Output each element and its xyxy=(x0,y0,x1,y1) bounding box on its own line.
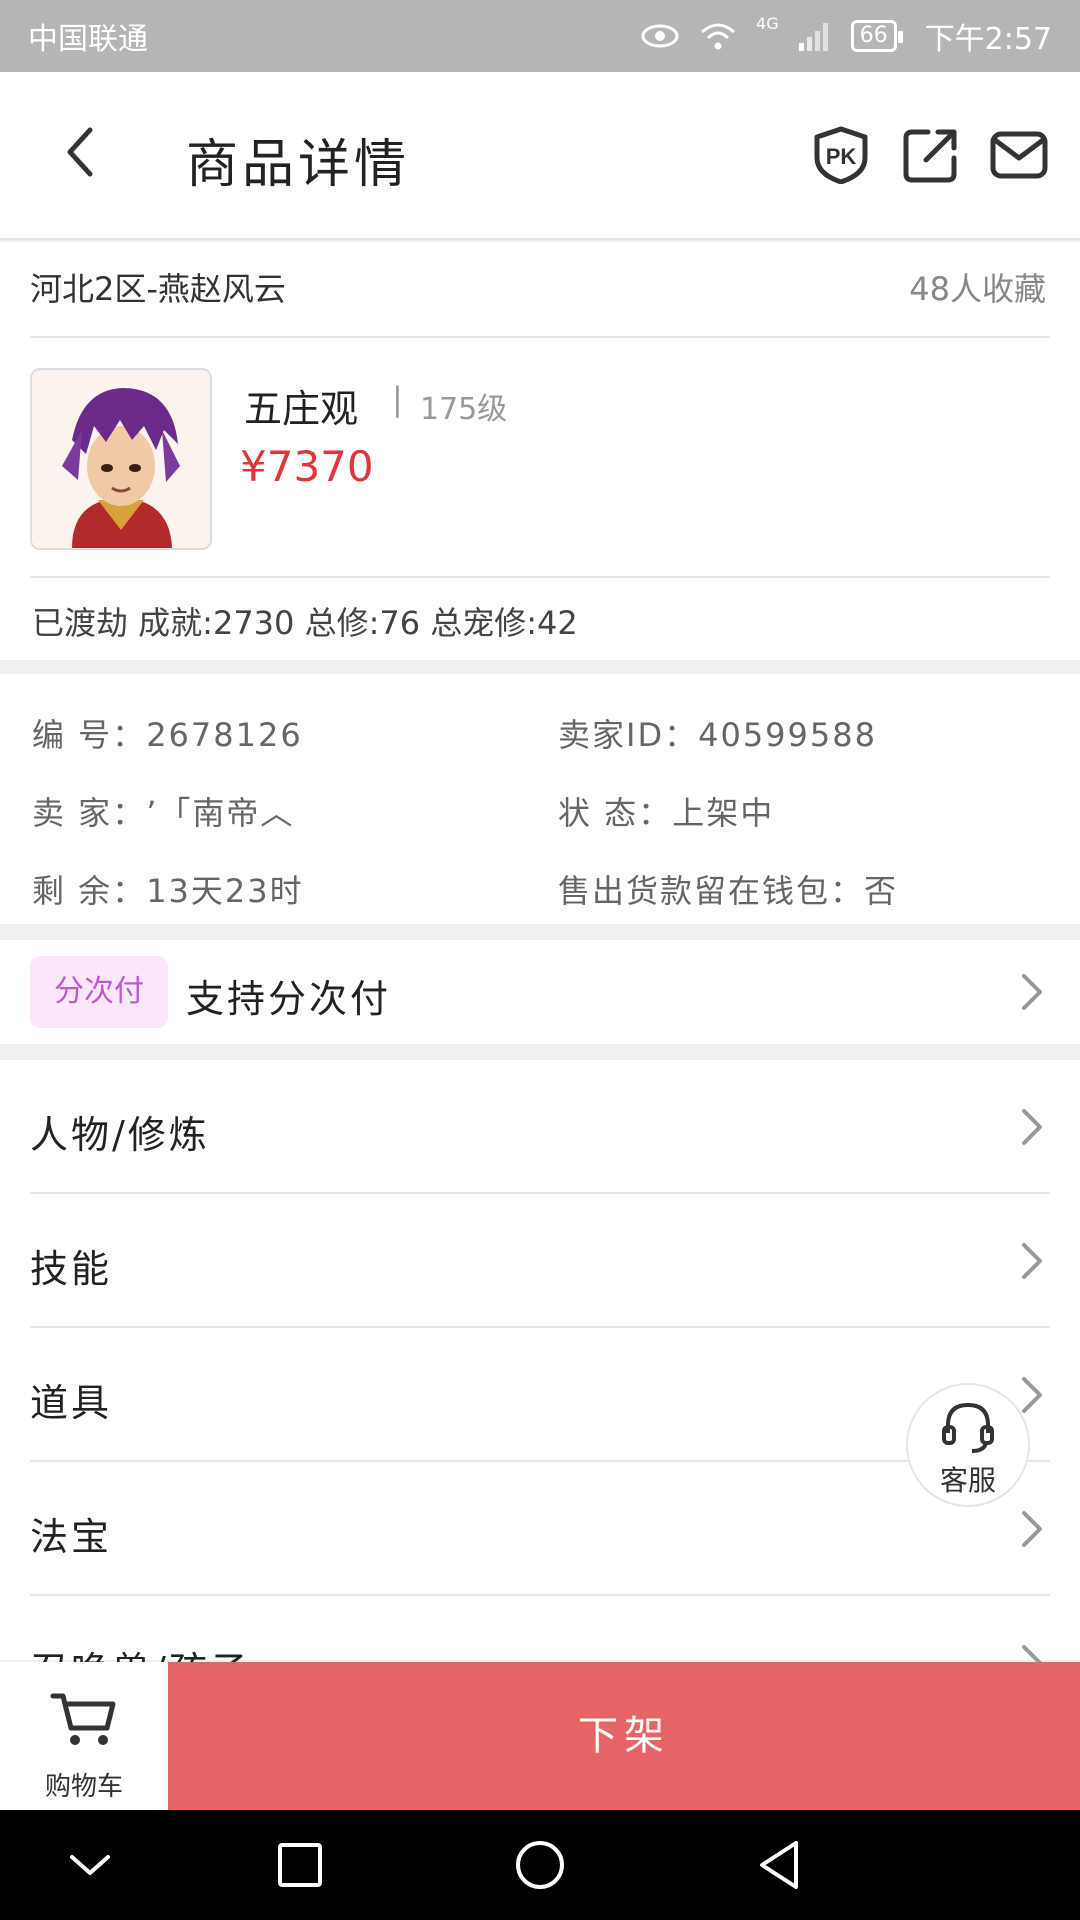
listing-id-value: 2678126 xyxy=(146,716,303,754)
battery-indicator: 66 xyxy=(850,20,903,52)
pk-compare-icon[interactable]: PK xyxy=(812,126,870,184)
divider xyxy=(30,576,1050,578)
seller-id-value: 40599588 xyxy=(698,716,877,754)
listing-id: 编 号：2678126 xyxy=(32,710,303,756)
share-icon[interactable] xyxy=(902,126,960,184)
achievement-summary: 已渡劫 成就:2730 总修:76 总宠修:42 xyxy=(32,604,578,642)
wallet-setting: 售出货款留在钱包：否 xyxy=(558,866,898,912)
delist-button[interactable]: 下架 xyxy=(168,1662,1080,1810)
recent-apps-icon[interactable] xyxy=(270,1835,330,1895)
wallet-label: 售出货款留在钱包： xyxy=(558,872,865,910)
chevron-right-icon xyxy=(1022,1511,1042,1547)
status-label: 状 态： xyxy=(558,794,673,832)
status-value: 上架中 xyxy=(672,794,775,832)
menu-item-character-cultivation[interactable]: 人物/修炼 xyxy=(0,1060,1080,1194)
seller: 卖 家：ʼ「南帝︿ xyxy=(32,788,294,834)
chevron-right-icon xyxy=(1022,974,1042,1010)
carrier-label: 中国联通 xyxy=(28,22,148,57)
chevron-right-icon xyxy=(1022,1109,1042,1145)
menu-item-label: 人物/修炼 xyxy=(30,1113,210,1157)
cart-label: 购物车 xyxy=(44,1772,123,1802)
character-portrait-image xyxy=(32,370,210,548)
seller-id: 卖家ID：40599588 xyxy=(558,710,877,756)
menu-item-skills[interactable]: 技能 xyxy=(0,1194,1080,1328)
seller-value: ʼ「南帝︿ xyxy=(146,794,295,832)
wifi-icon xyxy=(701,23,736,50)
separator: | xyxy=(392,380,403,418)
seller-id-label: 卖家ID： xyxy=(558,716,699,754)
chevron-right-icon xyxy=(1022,1243,1042,1279)
favorites-count: 48人收藏 xyxy=(909,270,1046,308)
chevron-right-icon xyxy=(1022,1377,1042,1413)
svg-text:PK: PK xyxy=(826,144,857,169)
network-type: 4G xyxy=(756,14,779,33)
seller-label: 卖 家： xyxy=(32,794,147,832)
back-triangle-icon[interactable] xyxy=(750,1835,810,1895)
time-remaining: 剩 余：13天23时 xyxy=(32,866,304,912)
clock: 下午2:57 xyxy=(924,22,1052,57)
message-icon[interactable] xyxy=(990,126,1048,184)
signal-icon xyxy=(798,23,828,51)
chevron-down-icon[interactable] xyxy=(60,1835,120,1895)
installment-text: 支持分次付 xyxy=(186,977,392,1021)
headset-icon xyxy=(942,1402,994,1453)
detail-menu: 人物/修炼 技能 道具 法宝 召唤兽/孩子 xyxy=(0,1060,1080,1693)
character-school: 五庄观 xyxy=(244,387,359,431)
character-level: 175级 xyxy=(420,392,508,427)
system-navigation-bar xyxy=(0,1810,1080,1920)
installment-row[interactable]: 分次付 支持分次付 xyxy=(0,940,1080,1044)
menu-item-label: 技能 xyxy=(30,1247,113,1291)
back-arrow-icon[interactable] xyxy=(50,122,110,182)
listing-id-label: 编 号： xyxy=(32,716,147,754)
page-title: 商品详情 xyxy=(186,135,411,195)
price: ¥7370 xyxy=(240,442,374,491)
menu-item-label: 法宝 xyxy=(30,1515,113,1559)
shopping-cart-icon xyxy=(50,1693,116,1745)
home-icon[interactable] xyxy=(510,1835,570,1895)
divider xyxy=(30,336,1050,338)
menu-item-label: 道具 xyxy=(30,1381,113,1425)
remaining-label: 剩 余： xyxy=(32,872,147,910)
installment-badge: 分次付 xyxy=(30,956,168,1028)
listing-info: 编 号：2678126 卖家ID：40599588 卖 家：ʼ「南帝︿ 状 态：… xyxy=(0,674,1080,924)
status-indicators: 4G 66 下午2:57 xyxy=(640,14,1052,58)
character-avatar[interactable] xyxy=(30,368,212,550)
listing-status: 状 态：上架中 xyxy=(558,788,774,834)
customer-service-label: 客服 xyxy=(939,1464,996,1497)
remaining-value: 13天23时 xyxy=(146,872,304,910)
customer-service-button[interactable]: 客服 xyxy=(906,1383,1030,1507)
status-bar: 中国联通 4G 66 下午2:57 xyxy=(0,0,1080,72)
wallet-value: 否 xyxy=(864,872,899,910)
top-bar: 商品详情 PK xyxy=(0,72,1080,240)
server-name: 河北2区-燕赵风云 xyxy=(30,270,286,308)
listing-summary: 河北2区-燕赵风云 48人收藏 五庄观 | 175级 ¥7370 已渡劫 成就:… xyxy=(0,242,1080,660)
eye-icon xyxy=(641,24,679,48)
cart-button[interactable]: 购物车 xyxy=(0,1662,168,1810)
